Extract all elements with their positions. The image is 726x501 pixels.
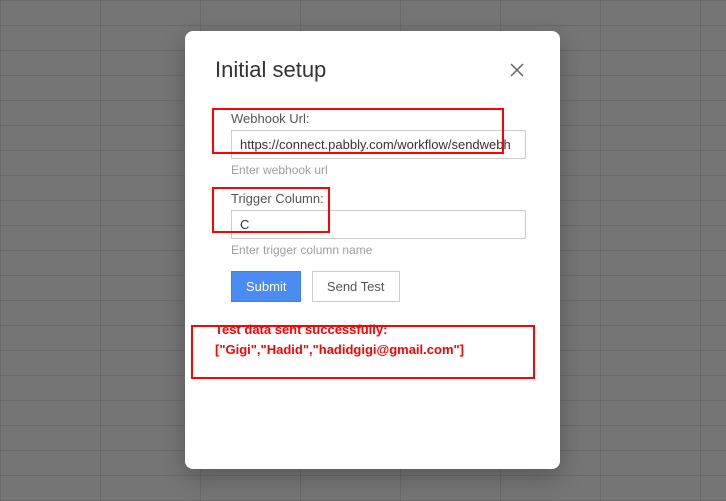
trigger-column-field: Trigger Column: Enter trigger column nam… (231, 191, 526, 257)
trigger-column-helper: Enter trigger column name (231, 243, 526, 257)
webhook-url-field: Webhook Url: Enter webhook url (231, 111, 526, 177)
status-message: Test data sent successfully: ["Gigi","Ha… (215, 320, 530, 359)
webhook-url-input[interactable] (231, 130, 526, 159)
send-test-button[interactable]: Send Test (312, 271, 400, 302)
submit-button[interactable]: Submit (231, 271, 301, 302)
modal-header: Initial setup (215, 57, 530, 83)
button-row: Submit Send Test (231, 271, 526, 302)
close-icon (510, 63, 524, 77)
status-line-1: Test data sent successfully: (215, 320, 530, 340)
modal-title: Initial setup (215, 57, 326, 83)
close-button[interactable] (504, 57, 530, 83)
webhook-url-label: Webhook Url: (231, 111, 526, 126)
form-body: Webhook Url: Enter webhook url Trigger C… (215, 111, 530, 302)
webhook-url-helper: Enter webhook url (231, 163, 526, 177)
initial-setup-modal: Initial setup Webhook Url: Enter webhook… (185, 31, 560, 469)
trigger-column-input[interactable] (231, 210, 526, 239)
trigger-column-label: Trigger Column: (231, 191, 526, 206)
status-line-2: ["Gigi","Hadid","hadidgigi@gmail.com"] (215, 340, 530, 360)
